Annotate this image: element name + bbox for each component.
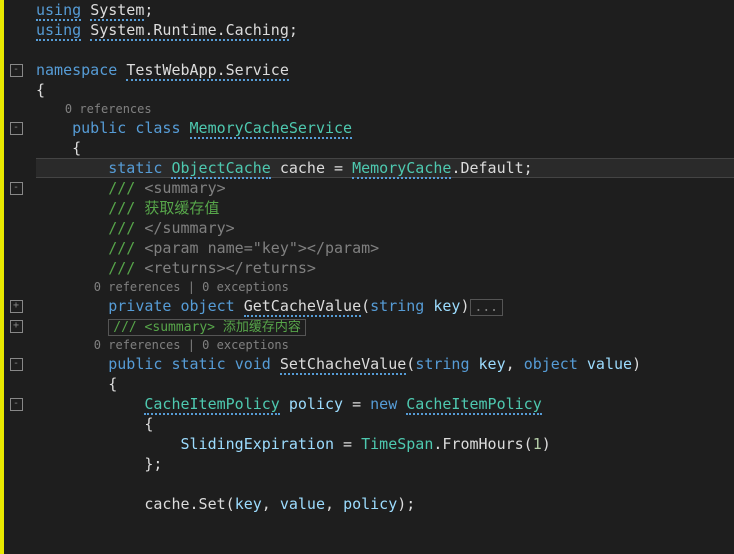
- code-line[interactable]: {: [36, 414, 734, 434]
- code-line[interactable]: cache.Set(key, value, policy);: [36, 494, 734, 514]
- code-line[interactable]: [36, 474, 734, 494]
- code-line[interactable]: public static void SetChacheValue(string…: [36, 354, 734, 374]
- codelens-indicator[interactable]: 0 references: [36, 100, 734, 118]
- code-line[interactable]: namespace TestWebApp.Service: [36, 60, 734, 80]
- collapsed-region-icon[interactable]: /// <summary> 添加缓存内容: [108, 319, 306, 336]
- fold-toggle-icon[interactable]: +: [10, 300, 23, 313]
- collapsed-region-icon[interactable]: ...: [470, 299, 503, 316]
- code-line[interactable]: [36, 40, 734, 60]
- code-line[interactable]: using System;: [36, 0, 734, 20]
- code-line[interactable]: {: [36, 80, 734, 100]
- fold-toggle-icon[interactable]: -: [10, 358, 23, 371]
- code-line[interactable]: /// <returns></returns>: [36, 258, 734, 278]
- code-line[interactable]: using System.Runtime.Caching;: [36, 20, 734, 40]
- code-line[interactable]: /// <summary>: [36, 178, 734, 198]
- gutter: - - - + + - -: [4, 0, 28, 554]
- code-line[interactable]: public class MemoryCacheService: [36, 118, 734, 138]
- code-line[interactable]: {: [36, 138, 734, 158]
- code-line[interactable]: /// <param name="key"></param>: [36, 238, 734, 258]
- code-line-current[interactable]: static ObjectCache cache = MemoryCache.D…: [36, 158, 734, 178]
- code-line[interactable]: };: [36, 454, 734, 474]
- codelens-indicator[interactable]: 0 references | 0 exceptions: [36, 278, 734, 296]
- code-editor[interactable]: - - - + + - - using System; using System…: [0, 0, 734, 554]
- fold-toggle-icon[interactable]: +: [10, 320, 23, 333]
- fold-toggle-icon[interactable]: -: [10, 182, 23, 195]
- code-line[interactable]: /// </summary>: [36, 218, 734, 238]
- code-line[interactable]: CacheItemPolicy policy = new CacheItemPo…: [36, 394, 734, 414]
- codelens-indicator[interactable]: 0 references | 0 exceptions: [36, 336, 734, 354]
- fold-toggle-icon[interactable]: -: [10, 64, 23, 77]
- code-line[interactable]: SlidingExpiration = TimeSpan.FromHours(1…: [36, 434, 734, 454]
- code-line[interactable]: {: [36, 374, 734, 394]
- code-text-area[interactable]: using System; using System.Runtime.Cachi…: [28, 0, 734, 554]
- code-line[interactable]: private object GetCacheValue(string key)…: [36, 296, 734, 316]
- code-line[interactable]: /// <summary> 添加缓存内容: [36, 316, 734, 336]
- fold-toggle-icon[interactable]: -: [10, 122, 23, 135]
- fold-toggle-icon[interactable]: -: [10, 398, 23, 411]
- code-line[interactable]: /// 获取缓存值: [36, 198, 734, 218]
